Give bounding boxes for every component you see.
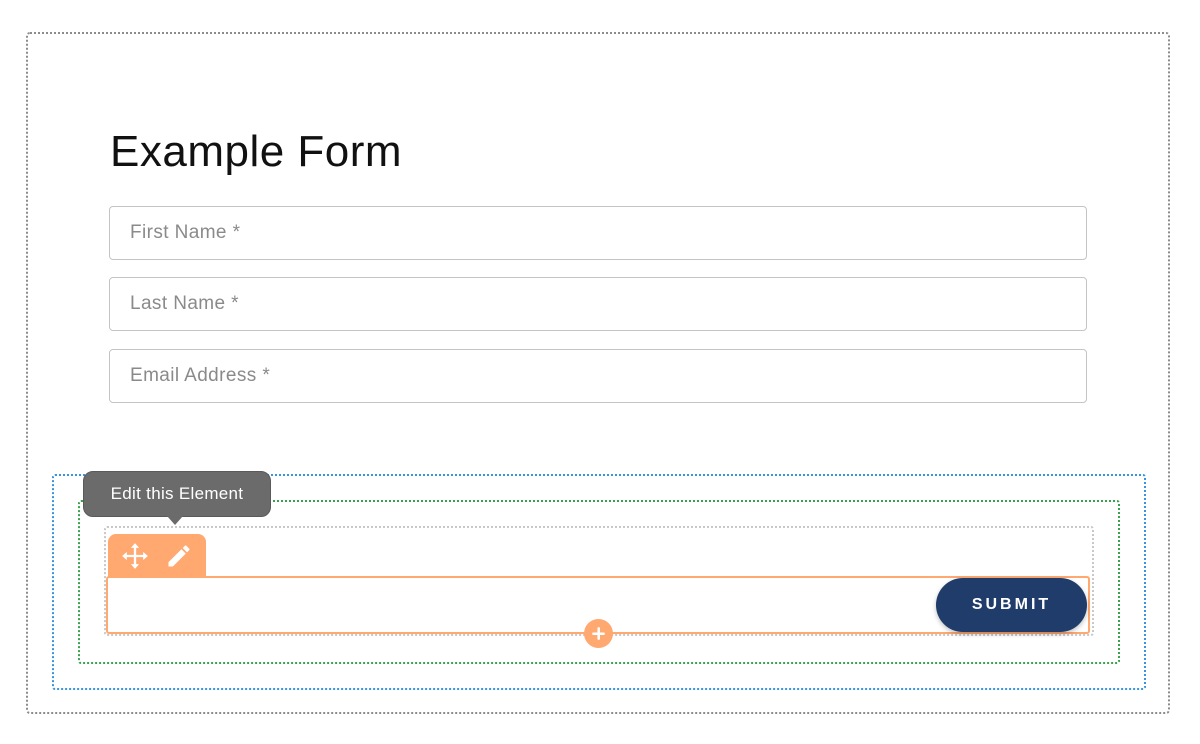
- element-toolbar: [108, 534, 206, 578]
- submit-button[interactable]: SUBMIT: [936, 578, 1087, 632]
- last-name-input[interactable]: [109, 277, 1087, 331]
- form-title: Example Form: [110, 127, 403, 176]
- edit-tooltip: Edit this Element: [83, 471, 271, 517]
- tooltip-arrow: [167, 516, 183, 525]
- first-name-input[interactable]: [109, 206, 1087, 260]
- move-icon[interactable]: [120, 541, 150, 571]
- plus-icon: [592, 627, 605, 640]
- add-element-button[interactable]: [584, 619, 613, 648]
- email-address-input[interactable]: [109, 349, 1087, 403]
- pencil-icon[interactable]: [164, 541, 194, 571]
